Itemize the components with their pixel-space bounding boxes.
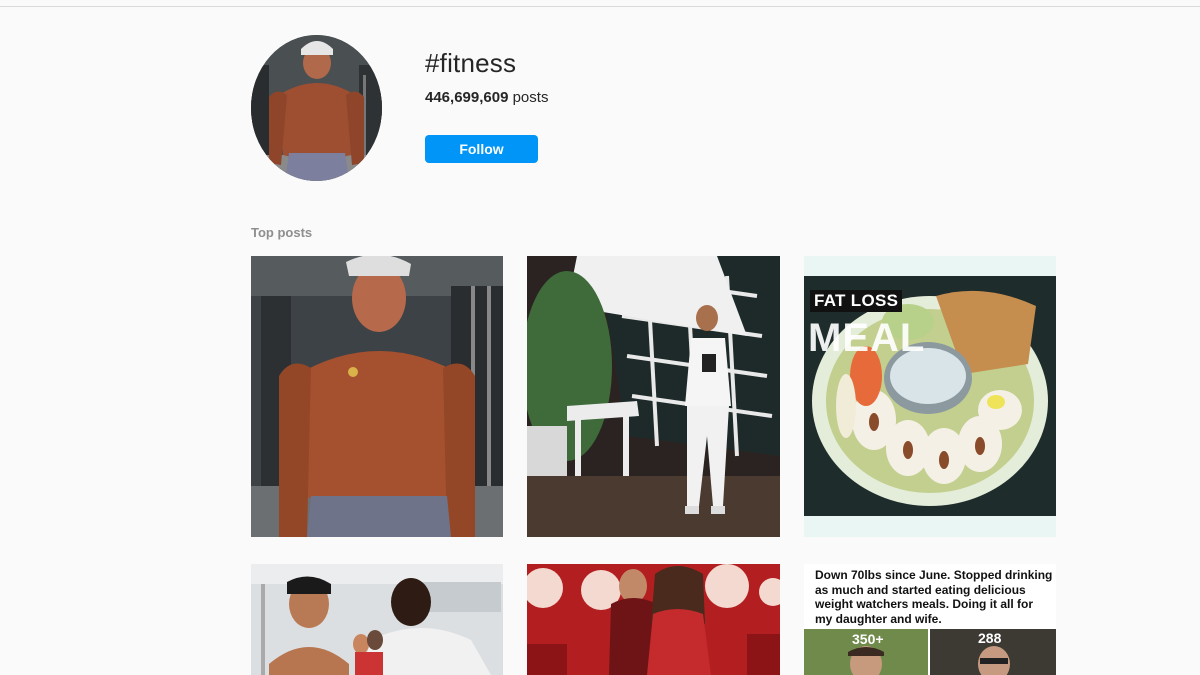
post-image: [251, 564, 503, 675]
post-thumbnail[interactable]: [251, 256, 503, 537]
post-count-suffix: posts: [508, 89, 549, 106]
post-caption-background: Down 70lbs since June. Stopped drinking …: [804, 564, 1056, 629]
post-thumbnail[interactable]: [251, 564, 503, 675]
post-thumbnail[interactable]: [527, 256, 780, 537]
hashtag-avatar: [251, 35, 382, 181]
post-count-number: 446,699,609: [425, 89, 509, 106]
before-weight-label: 350+: [852, 631, 884, 647]
follow-button[interactable]: Follow: [425, 135, 538, 163]
hashtag-title: #fitness: [425, 48, 517, 78]
top-divider: [0, 6, 1200, 7]
post-thumbnail[interactable]: FAT LOSS MEAL: [804, 256, 1056, 537]
post-thumbnail[interactable]: Down 70lbs since June. Stopped drinking …: [804, 564, 1056, 675]
post-caption: Down 70lbs since June. Stopped drinking …: [815, 568, 1053, 626]
top-posts-heading: Top posts: [251, 225, 313, 240]
post-thumbnail[interactable]: [527, 564, 780, 675]
after-weight-label: 288: [978, 630, 1002, 646]
meal-overlay: MEAL: [808, 316, 926, 360]
fat-loss-overlay: FAT LOSS: [810, 290, 903, 312]
post-count: 446,699,609 posts: [425, 89, 548, 106]
post-image: [527, 256, 780, 537]
post-image: [251, 256, 503, 537]
post-image: [527, 564, 780, 675]
